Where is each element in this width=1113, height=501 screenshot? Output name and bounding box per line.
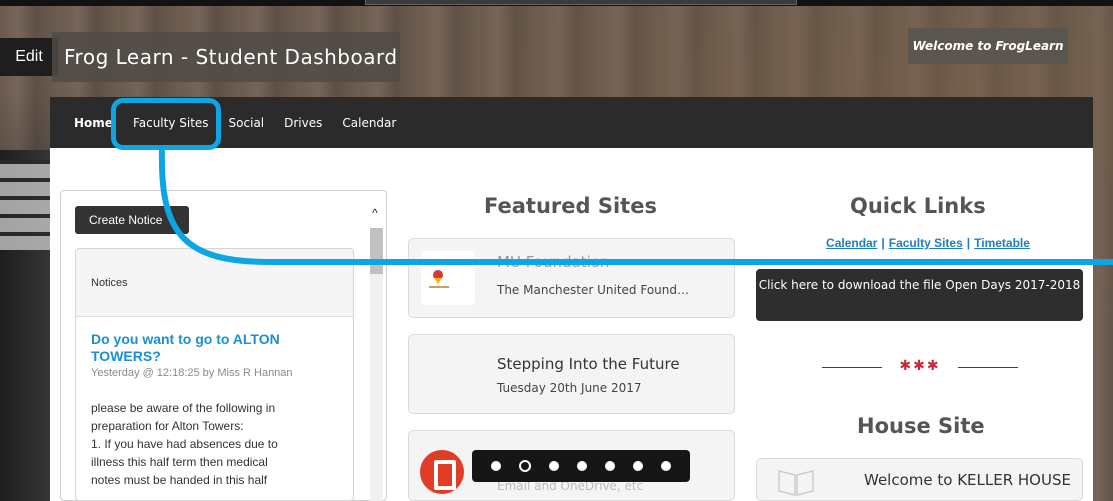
highlight-connector	[158, 149, 1113, 265]
